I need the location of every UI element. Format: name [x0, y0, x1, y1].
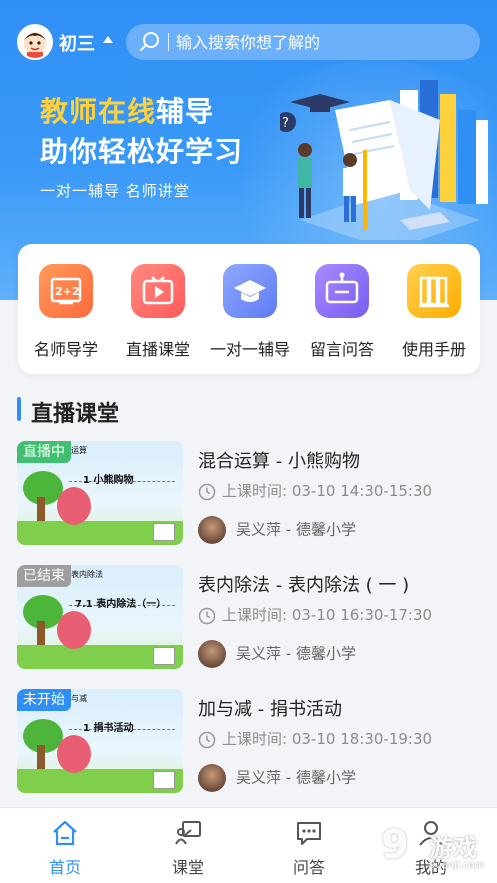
- status-badge: 未开始: [17, 689, 71, 711]
- teacher-avatar: [198, 764, 226, 792]
- course-time: 上课时间: 03-10 18:30-19:30: [198, 728, 432, 749]
- quick-menu-card: 2+2 名师导学 直播课堂 一对一辅导 留言问答 使用手册: [18, 244, 480, 374]
- thumb-lesson-title: 1 小熊购物: [83, 475, 134, 486]
- tab-classroom[interactable]: 课堂: [138, 818, 238, 878]
- menu-label: 一对一辅导: [209, 340, 290, 359]
- status-badge: 直播中: [17, 441, 71, 463]
- classroom-icon: [175, 821, 201, 845]
- tab-label: 首页: [48, 858, 81, 877]
- banner-subtitle: 一对一辅导 名师讲堂: [40, 182, 190, 200]
- thumb-lesson-title: 7.1 表内除法（一）: [75, 599, 167, 610]
- book-icon: [153, 523, 175, 541]
- thumb-lesson-title: 1 捐书活动: [83, 723, 134, 734]
- course-title[interactable]: 混合运算 - 小熊购物: [198, 447, 360, 473]
- search-bar[interactable]: [126, 24, 480, 60]
- message-board-icon: [315, 264, 369, 318]
- course-card[interactable]: 表内除法 7.1 表内除法（一） 已结束 表内除法 - 表内除法 ( 一 ) 上…: [17, 565, 487, 671]
- top-bar: 初三: [0, 22, 497, 62]
- course-title[interactable]: 表内除法 - 表内除法 ( 一 ): [198, 571, 409, 597]
- site-watermark: 9 游戏 9uanji.com: [381, 822, 491, 880]
- watermark-text: 游戏: [429, 834, 477, 862]
- menu-label: 留言问答: [309, 340, 374, 359]
- cartoon-avatar-icon: [24, 32, 46, 58]
- time-value: 03-10 16:30-17:30: [291, 606, 433, 624]
- teacher-avatar: [198, 640, 226, 668]
- status-badge: 已结束: [17, 565, 71, 587]
- book-icon: [153, 647, 175, 665]
- course-time: 上课时间: 03-10 14:30-15:30: [198, 480, 432, 501]
- user-avatar[interactable]: [17, 24, 53, 60]
- tab-home[interactable]: 首页: [15, 818, 115, 878]
- tab-label: 问答: [292, 858, 325, 877]
- video-play-icon: [131, 264, 185, 318]
- banner-title-line2: 助你轻松好学习: [40, 135, 244, 168]
- bear-character-graphic: [57, 735, 91, 773]
- menu-item-one-on-one[interactable]: 一对一辅导: [204, 264, 296, 360]
- menu-item-qa[interactable]: 留言问答: [296, 264, 388, 360]
- menu-item-live-class[interactable]: 直播课堂: [112, 264, 204, 360]
- course-thumbnail[interactable]: 表内除法 7.1 表内除法（一） 已结束: [17, 565, 183, 669]
- course-title[interactable]: 加与减 - 捐书活动: [198, 695, 342, 721]
- teacher-avatar: [198, 516, 226, 544]
- clock-icon: [198, 483, 216, 500]
- svg-text:?: ?: [282, 116, 289, 131]
- bear-character-graphic: [57, 611, 91, 649]
- course-thumbnail[interactable]: 运算 1 小熊购物 直播中: [17, 441, 183, 545]
- teacher-name: 吴义萍 - 德馨小学: [236, 520, 356, 539]
- watermark-number: 9: [381, 822, 409, 868]
- course-time: 上课时间: 03-10 16:30-17:30: [198, 604, 432, 625]
- menu-label: 名师导学: [33, 340, 98, 359]
- teacher-name: 吴义萍 - 德馨小学: [236, 768, 356, 787]
- watermark-url: 9uanji.com: [429, 860, 485, 871]
- banner-title-line1: 教师在线辅导: [40, 90, 214, 130]
- menu-label: 直播课堂: [125, 340, 190, 359]
- search-input[interactable]: [176, 29, 466, 55]
- clock-icon: [198, 607, 216, 624]
- thumb-subject: 运算: [71, 446, 87, 455]
- time-label: 上课时间:: [222, 730, 288, 748]
- time-value: 03-10 18:30-19:30: [291, 730, 433, 748]
- caret-up-icon[interactable]: [103, 36, 113, 43]
- search-divider: [168, 33, 169, 51]
- search-icon: [140, 32, 159, 51]
- graduation-cap-icon: [223, 264, 277, 318]
- section-accent-bar: [17, 397, 21, 421]
- course-teacher: 吴义萍 - 德馨小学: [198, 516, 356, 544]
- teachers-books-illustration: ?: [280, 80, 488, 240]
- binders-icon: [407, 264, 461, 318]
- time-label: 上课时间:: [222, 606, 288, 624]
- tab-label: 课堂: [171, 858, 204, 877]
- home-icon: [53, 820, 77, 846]
- course-card[interactable]: 运算 1 小熊购物 直播中 混合运算 - 小熊购物 上课时间: 03-10 14…: [17, 441, 487, 547]
- bear-character-graphic: [57, 487, 91, 525]
- clock-icon: [198, 731, 216, 748]
- menu-item-teacher-guide[interactable]: 2+2 名师导学: [20, 264, 112, 360]
- course-thumbnail[interactable]: 与减 1 捐书活动 未开始: [17, 689, 183, 793]
- section-title: 直播课堂: [31, 402, 120, 427]
- tab-qa[interactable]: 问答: [259, 818, 359, 878]
- time-value: 03-10 14:30-15:30: [291, 482, 433, 500]
- course-teacher: 吴义萍 - 德馨小学: [198, 640, 356, 668]
- banner-title-rest: 辅导: [156, 95, 215, 128]
- blackboard-icon: 2+2: [39, 264, 93, 318]
- menu-item-manual[interactable]: 使用手册: [388, 264, 480, 360]
- banner-title-highlight: 教师在线: [40, 95, 157, 128]
- grade-selector[interactable]: 初三: [59, 30, 95, 56]
- svg-text:2+2: 2+2: [55, 285, 80, 298]
- menu-label: 使用手册: [401, 340, 466, 359]
- chat-icon: [297, 822, 321, 845]
- course-card[interactable]: 与减 1 捐书活动 未开始 加与减 - 捐书活动 上课时间: 03-10 18:…: [17, 689, 487, 795]
- time-label: 上课时间:: [222, 482, 288, 500]
- course-teacher: 吴义萍 - 德馨小学: [198, 764, 356, 792]
- thumb-subject: 与减: [71, 694, 87, 703]
- thumb-subject: 表内除法: [71, 570, 103, 579]
- book-icon: [153, 771, 175, 789]
- teacher-name: 吴义萍 - 德馨小学: [236, 644, 356, 663]
